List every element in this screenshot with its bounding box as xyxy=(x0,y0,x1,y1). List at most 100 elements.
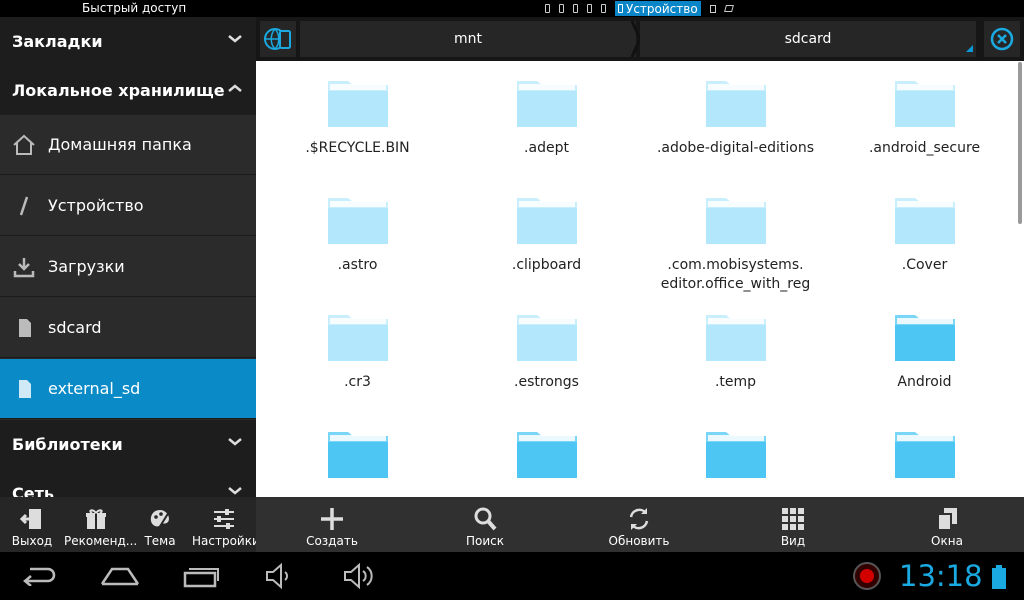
folder-icon xyxy=(517,432,577,478)
folder-item[interactable]: .astro xyxy=(263,178,452,295)
tool-label: Тема xyxy=(144,534,176,548)
storage-toggle-button[interactable] xyxy=(260,21,296,57)
phone-icon[interactable] xyxy=(573,4,578,13)
tool-label: Вид xyxy=(780,534,806,548)
sidebar-item-home[interactable]: Домашняя папка xyxy=(0,115,256,175)
folder-name-line: Android xyxy=(897,374,952,390)
folder-name: .adobe-digital-editions xyxy=(641,139,830,158)
sidebar-item-device[interactable]: Устройство xyxy=(0,176,256,236)
file-grid: .$RECYCLE.BIN .adept .adobe-digital-editio… xyxy=(256,61,1024,497)
folder-item[interactable]: .adept xyxy=(452,61,641,178)
sidebar-item-downloads[interactable]: Загрузки xyxy=(0,237,256,297)
status-bar: Быстрый доступ Устройство xyxy=(0,0,1024,17)
folder-name-line: .adept xyxy=(524,140,569,156)
settings-button[interactable]: Настройки xyxy=(192,497,260,552)
folder-name: Android xyxy=(830,373,1019,392)
section-label: Закладки xyxy=(12,32,103,51)
folder-item[interactable] xyxy=(263,412,452,497)
folder-name-line: .android_secure xyxy=(868,140,981,156)
folder-name: .$RECYCLE.BIN xyxy=(263,139,452,158)
sidebar-item-sdcard[interactable]: sdcard xyxy=(0,298,256,358)
recommend-button[interactable]: Рекоменд... xyxy=(64,497,138,552)
sidebar-item-label: Устройство xyxy=(48,196,144,215)
globe-device-icon xyxy=(264,28,291,50)
folder-item[interactable]: .adobe-digital-editions xyxy=(641,61,830,178)
volume-down-icon[interactable] xyxy=(264,562,296,590)
section-label: Библиотеки xyxy=(12,435,123,454)
breadcrumb-mnt[interactable]: mnt xyxy=(300,21,636,57)
home-button-icon[interactable] xyxy=(100,566,140,586)
folder-item[interactable] xyxy=(641,412,830,497)
folder-name: .temp xyxy=(641,373,830,392)
folder-item[interactable]: .estrongs xyxy=(452,295,641,412)
sdcard-icon xyxy=(19,319,31,337)
windows-button[interactable]: Окна xyxy=(907,497,987,552)
create-button[interactable]: Создать xyxy=(292,497,372,552)
volume-up-icon[interactable] xyxy=(342,562,378,590)
folder-icon xyxy=(517,81,577,127)
phone-icon[interactable] xyxy=(559,4,564,13)
folder-item[interactable]: .cr3 xyxy=(263,295,452,412)
folder-item[interactable]: .temp xyxy=(641,295,830,412)
folder-icon xyxy=(895,432,955,478)
folder-name-line: .com.mobisystems. xyxy=(667,257,804,273)
close-circle-icon xyxy=(990,27,1014,51)
chevron-down-icon xyxy=(228,438,242,446)
folder-name-line: .astro xyxy=(337,257,378,273)
tool-label: Обновить xyxy=(608,534,670,548)
breadcrumb-sdcard[interactable]: sdcard xyxy=(640,21,976,57)
phone-icon[interactable] xyxy=(587,4,592,13)
folder-name: .estrongs xyxy=(452,373,641,392)
folder-item[interactable] xyxy=(452,412,641,497)
recent-apps-icon[interactable] xyxy=(182,566,220,588)
folder-item[interactable] xyxy=(830,412,1019,497)
refresh-button[interactable]: Обновить xyxy=(599,497,679,552)
theme-button[interactable]: Тема xyxy=(128,497,192,552)
sidebar-item-external-sd[interactable]: external_sd xyxy=(0,359,256,419)
tool-label: Рекоменд... xyxy=(64,534,138,548)
sliders-icon xyxy=(214,509,234,529)
section-label: Локальное хранилище xyxy=(12,81,225,100)
scrollbar-thumb[interactable] xyxy=(1018,62,1022,224)
folder-item[interactable]: .Cover xyxy=(830,178,1019,295)
sidebar-section-libraries[interactable]: Библиотеки xyxy=(0,420,256,469)
folder-item[interactable]: .android_secure xyxy=(830,61,1019,178)
sdcard-icon[interactable] xyxy=(709,4,716,13)
eraser-icon[interactable] xyxy=(723,5,734,12)
chevron-down-icon xyxy=(228,35,242,43)
tool-label: Поиск xyxy=(465,534,504,548)
folder-name: .clipboard xyxy=(452,256,641,275)
folder-icon xyxy=(706,315,766,361)
folder-item[interactable]: .clipboard xyxy=(452,178,641,295)
grid-icon xyxy=(782,508,804,530)
tool-label: Выход xyxy=(11,534,53,548)
exit-button[interactable]: Выход xyxy=(0,497,64,552)
folder-icon xyxy=(895,315,955,361)
sidebar-section-local-storage[interactable]: Локальное хранилище xyxy=(0,66,256,115)
phone-icon[interactable] xyxy=(545,4,550,13)
plus-icon xyxy=(321,508,343,530)
folder-icon xyxy=(328,81,388,127)
back-icon[interactable] xyxy=(22,566,58,586)
view-button[interactable]: Вид xyxy=(753,497,833,552)
active-device-tab[interactable]: Устройство xyxy=(615,1,701,16)
chevron-up-icon xyxy=(228,84,242,92)
sidebar-section-bookmarks[interactable]: Закладки xyxy=(0,17,256,66)
sidebar: Закладки Локальное хранилище Домашняя па… xyxy=(0,17,256,497)
folder-item[interactable]: .$RECYCLE.BIN xyxy=(263,61,452,178)
folder-icon xyxy=(517,315,577,361)
palette-icon xyxy=(150,510,170,529)
search-button[interactable]: Поиск xyxy=(445,497,525,552)
folder-icon xyxy=(328,315,388,361)
folder-item[interactable]: .com.mobisystems. editor.office_with_reg xyxy=(641,178,830,295)
folder-name: .astro xyxy=(263,256,452,275)
phone-icon[interactable] xyxy=(601,4,606,13)
dropdown-corner-icon[interactable] xyxy=(966,45,973,52)
record-button[interactable] xyxy=(853,562,881,590)
battery-icon xyxy=(992,565,1006,589)
sidebar-toolbar: Выход Рекоменд... Тема Настройки xyxy=(0,497,260,552)
refresh-icon xyxy=(629,508,649,530)
close-path-button[interactable] xyxy=(984,21,1020,57)
folder-item[interactable]: Android xyxy=(830,295,1019,412)
sidebar-section-network[interactable]: Сеть xyxy=(0,469,256,497)
